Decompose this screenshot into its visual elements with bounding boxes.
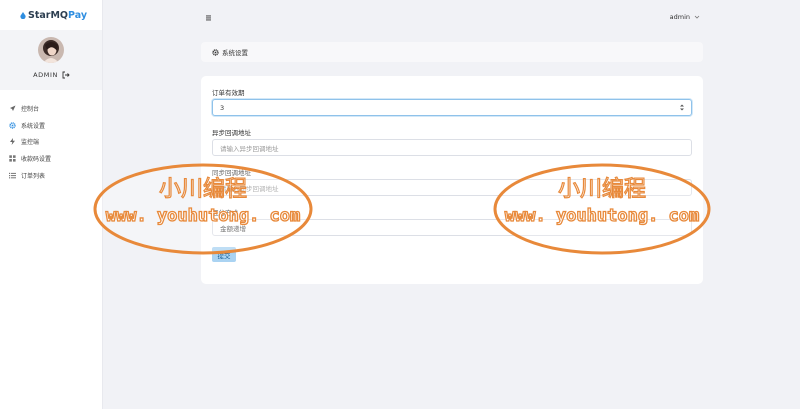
- profile-user-row: ADMIN: [0, 71, 103, 79]
- order-validity-value: 3: [220, 103, 225, 112]
- user-dropdown-label: admin: [669, 13, 690, 21]
- async-callback-input[interactable]: 请输入异步回调地址: [212, 139, 692, 156]
- settings-form: 订单有效期 3 异步回调地址 请输入异步回调地址 同步回调地址 请输入同步回调地…: [201, 76, 703, 284]
- async-callback-label: 异步回调地址: [212, 129, 251, 137]
- sidebar-item-dashboard[interactable]: 控制台: [0, 100, 103, 117]
- sidebar-item-orders[interactable]: 订单列表: [0, 167, 103, 184]
- chevron-down-icon: [694, 15, 700, 19]
- gear-icon: [212, 48, 219, 56]
- hamburger-menu-icon[interactable]: [205, 14, 213, 22]
- page-title: 系统设置: [222, 49, 248, 57]
- async-callback-placeholder: 请输入异步回调地址: [220, 144, 279, 153]
- sync-callback-input[interactable]: 请输入同步回调地址: [212, 179, 692, 196]
- order-validity-label: 订单有效期: [212, 89, 245, 97]
- droplet-icon: [20, 11, 26, 19]
- brand-name: StarMQ: [28, 9, 69, 21]
- sidebar-item-settings[interactable]: 系统设置: [0, 117, 103, 134]
- profile-username: ADMIN: [33, 71, 58, 79]
- gear-icon: [9, 121, 16, 129]
- sidebar-item-label: 监控端: [21, 139, 40, 147]
- brand-name-suffix: Pay: [68, 9, 88, 21]
- order-validity-input[interactable]: 3: [212, 99, 692, 116]
- list-icon: [9, 172, 16, 179]
- sidebar-item-label: 系统设置: [21, 122, 46, 130]
- rocket-icon: [10, 105, 16, 111]
- sidebar: StarMQ Pay ADMIN 控制台 系统设置 监控端 收款码设置 订单列表: [0, 0, 103, 409]
- sync-callback-label: 同步回调地址: [212, 169, 251, 177]
- sync-callback-placeholder: 请输入同步回调地址: [220, 184, 279, 193]
- sidebar-menu: 控制台 系统设置 监控端 收款码设置 订单列表: [0, 100, 103, 184]
- user-dropdown[interactable]: admin: [670, 13, 700, 21]
- logout-icon[interactable]: [62, 71, 70, 79]
- submit-button[interactable]: 提交: [212, 247, 236, 262]
- amount-mode-value: 金额递增: [220, 224, 246, 233]
- amount-mode-label: 区分方式: [212, 209, 238, 217]
- profile-panel: [0, 30, 102, 90]
- sidebar-item-label: 控制台: [21, 105, 40, 113]
- bolt-icon: [10, 138, 15, 146]
- sidebar-item-label: 收款码设置: [21, 156, 52, 164]
- grid-icon: [9, 155, 16, 162]
- sidebar-item-monitor[interactable]: 监控端: [0, 134, 103, 151]
- amount-mode-select[interactable]: 金额递增: [212, 219, 692, 236]
- avatar[interactable]: [38, 37, 64, 63]
- sidebar-item-qrcode-settings[interactable]: 收款码设置: [0, 150, 103, 167]
- sidebar-item-label: 订单列表: [21, 173, 46, 181]
- number-spinner-icon[interactable]: [679, 103, 685, 112]
- breadcrumb: 系统设置: [201, 42, 703, 62]
- brand-logo[interactable]: StarMQ Pay: [0, 0, 102, 30]
